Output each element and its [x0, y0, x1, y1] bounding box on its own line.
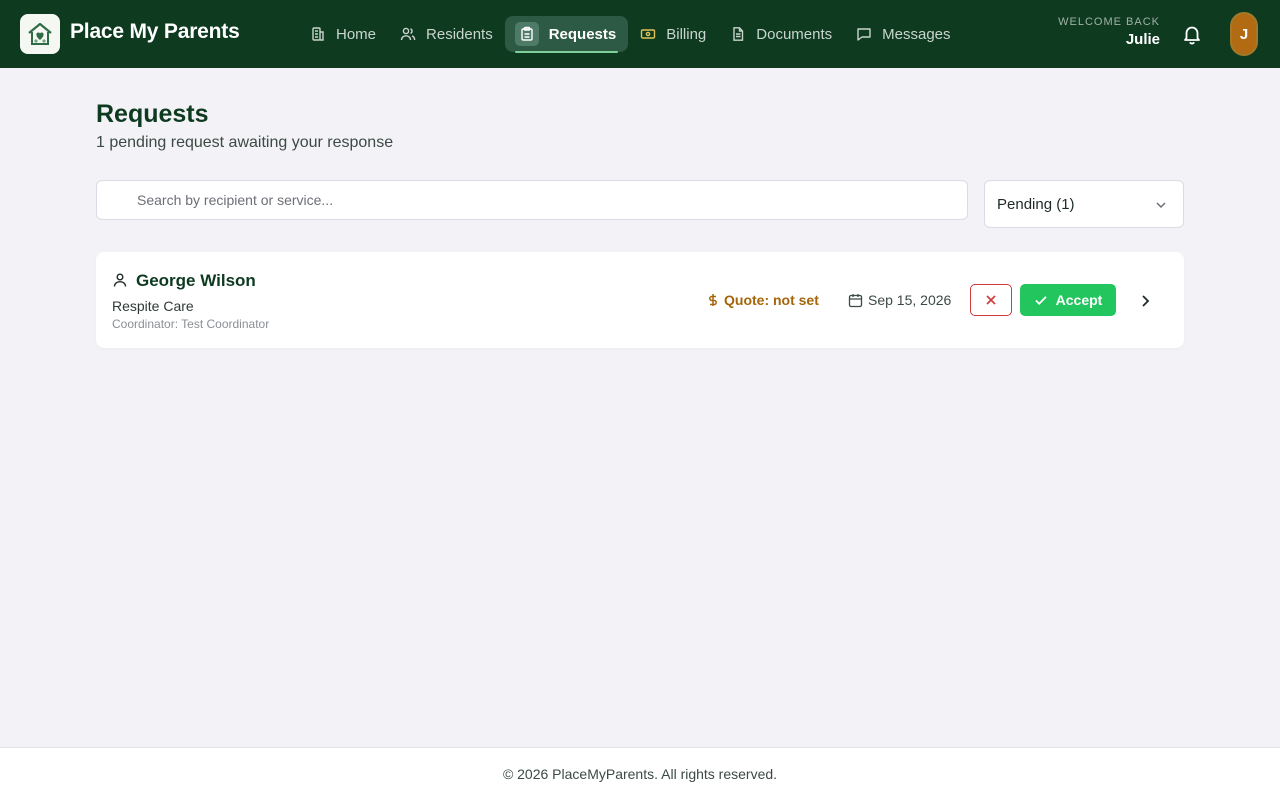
accept-label: Accept	[1055, 292, 1103, 308]
recipient-name: George Wilson	[136, 271, 256, 290]
clipboard-icon-wrapper	[514, 22, 539, 46]
nav-label-messages: Messages	[882, 25, 951, 43]
bell-icon[interactable]	[1181, 23, 1203, 45]
close-icon	[986, 295, 996, 305]
request-card[interactable]: George Wilson Respite Care Coordinator: …	[96, 252, 1184, 348]
nav-label-home: Home	[336, 25, 377, 43]
nav-label-requests: Requests	[548, 25, 617, 43]
coordinator-name: Coordinator: Test Coordinator	[112, 317, 270, 331]
nav-item-home[interactable]: Home	[298, 16, 388, 52]
users-icon	[400, 27, 416, 41]
top-navigation-bar: Place My Parents Home Residents Requests	[0, 0, 1280, 68]
check-icon	[1035, 296, 1047, 305]
document-icon	[733, 27, 744, 41]
copyright-text: © 2026 PlaceMyParents. All rights reserv…	[502, 766, 778, 782]
page-subtitle: 1 pending request awaiting your response	[96, 134, 394, 151]
page-title: Requests	[96, 100, 209, 128]
reject-button[interactable]	[970, 284, 1012, 316]
nav-label-residents: Residents	[426, 25, 493, 43]
status-filter-select[interactable]: Pending (1)	[984, 180, 1184, 228]
clipboard-icon	[521, 26, 533, 41]
house-heart-logo-icon	[28, 22, 52, 45]
quote-label: Quote: not set	[724, 292, 819, 308]
nav-item-billing[interactable]: Billing	[628, 16, 718, 52]
search-input[interactable]	[137, 181, 957, 219]
message-icon	[857, 28, 871, 41]
search-box	[96, 180, 968, 220]
quote-status: Quote: not set	[706, 292, 819, 308]
dollar-icon	[709, 294, 717, 306]
user-name: Julie	[1125, 31, 1160, 48]
brand-name[interactable]: Place My Parents	[70, 20, 240, 44]
banknote-icon	[641, 29, 656, 39]
chevron-right-icon[interactable]	[1136, 292, 1154, 310]
avatar[interactable]: J	[1230, 12, 1258, 56]
nav-item-requests[interactable]: Requests	[504, 16, 629, 53]
building-icon	[312, 27, 324, 41]
chevron-down-icon	[1156, 202, 1166, 209]
person-icon	[113, 273, 127, 287]
footer: © 2026 PlaceMyParents. All rights reserv…	[0, 747, 1280, 800]
request-date: Sep 15, 2026	[848, 292, 951, 308]
nav-item-messages[interactable]: Messages	[844, 16, 962, 52]
nav-label-billing: Billing	[666, 25, 707, 43]
main-nav: Home Residents Requests Billing Document…	[298, 16, 963, 53]
nav-item-documents[interactable]: Documents	[718, 16, 844, 52]
welcome-label: Welcome back	[1058, 16, 1160, 28]
nav-label-documents: Documents	[756, 25, 833, 43]
logo[interactable]	[20, 14, 60, 54]
nav-item-residents[interactable]: Residents	[388, 16, 505, 52]
service-type: Respite Care	[112, 298, 194, 314]
calendar-icon	[848, 293, 863, 307]
welcome-block: Welcome back Julie	[1058, 16, 1160, 48]
date-label: Sep 15, 2026	[868, 292, 952, 308]
status-filter-value: Pending (1)	[997, 195, 1075, 213]
accept-button[interactable]: Accept	[1020, 284, 1116, 316]
